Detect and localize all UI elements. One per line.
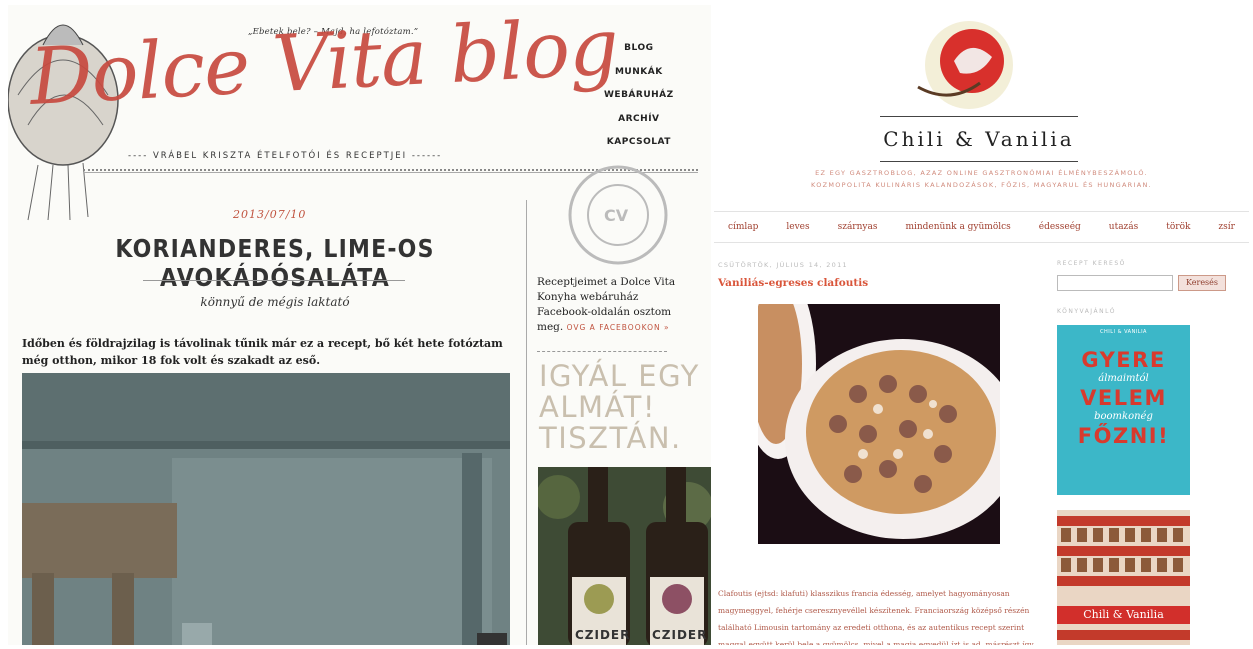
category-nav: címlap leves szárnyas mindenünk a gyümöl… — [714, 211, 1249, 243]
chili-vanilia-page: Chili & Vanilia EZ EGY GASZTROBLOG, AZAZ… — [714, 5, 1249, 645]
post-title[interactable]: Vaniliás-egreses clafoutis — [718, 277, 868, 289]
sidebar-ad-image[interactable] — [538, 467, 711, 645]
books-heading: KÖNYVAJÁNLÓ — [1057, 308, 1116, 315]
nav-item-leves[interactable]: leves — [786, 222, 809, 232]
post-photo — [758, 304, 1000, 544]
title-divider — [143, 280, 405, 281]
nav-item-munkak[interactable]: MUNKÁK — [604, 67, 674, 91]
sidebar-ad-headline[interactable]: IGYÁL EGY ALMÁT! TISZTÁN. — [539, 361, 700, 454]
bottle-label-right: CZIDER — [652, 628, 708, 642]
book-title-line-5: FŐZNI! — [1077, 424, 1170, 448]
column-divider — [526, 200, 527, 645]
site-description: EZ EGY GASZTROBLOG, AZAZ ONLINE GASZTRON… — [714, 167, 1249, 191]
nav-item-utazas[interactable]: utazás — [1109, 222, 1139, 232]
nav-item-blog[interactable]: BLOG — [604, 43, 674, 67]
logo-subtitle: ---- VRÁBEL KRISZTA ÉTELFOTÓI ÉS RECEPTJ… — [128, 151, 443, 161]
recipe-search-input[interactable] — [1057, 275, 1173, 291]
ad-line-2: ALMÁT! — [539, 390, 656, 424]
nav-item-torok[interactable]: török — [1166, 222, 1190, 232]
nav-item-kapcsolat[interactable]: KAPCSOLAT — [604, 137, 674, 161]
sidebar-facebook-text: Receptjeimet a Dolce Vita Konyha webáruh… — [537, 275, 677, 335]
post-intro: Időben és földrajzilag is távolinak tűni… — [22, 337, 503, 367]
post-title[interactable]: KORIANDERES, LIME-OS AVOKÁDÓSALÁTA — [30, 235, 520, 293]
nav-item-szarnyas[interactable]: szárnyas — [838, 222, 878, 232]
book-title-line-4: boomkonég — [1094, 411, 1153, 422]
main-nav: BLOG MUNKÁK WEBÁRUHÁZ ARCHÍV KAPCSOLAT — [604, 43, 674, 161]
pepper-flower-logo-icon[interactable] — [910, 17, 1028, 117]
post-subtitle: könnyű de mégis laktató — [200, 295, 350, 309]
book-publisher: CHILI & VANILIA — [1100, 329, 1147, 335]
ad-line-1: IGYÁL EGY — [539, 359, 700, 393]
post-date: 2013/07/10 — [233, 208, 307, 221]
book-title-line-2: álmaimtól — [1098, 373, 1149, 384]
nav-item-zsir[interactable]: zsír — [1218, 222, 1235, 232]
post-date: CSÜTÖRTÖK, JÚLIUS 14, 2011 — [718, 261, 848, 269]
book-cover[interactable]: CHILI & VANILIA GYERE álmaimtól VELEM bo… — [1057, 325, 1190, 495]
dolce-vita-page: „Ebetek bele? – Majd, ha lefotóztam.” Do… — [8, 5, 711, 645]
shelf-brand-badge: Chili & Vanilia — [1057, 606, 1190, 624]
nav-item-edesseg[interactable]: édesseég — [1039, 222, 1081, 232]
search-heading: RECEPT KERESŐ — [1057, 260, 1126, 267]
ad-line-3: TISZTÁN. — [539, 421, 682, 455]
site-description-text: EZ EGY GASZTROBLOG, AZAZ ONLINE GASZTRON… — [810, 169, 1152, 189]
nav-item-archiv[interactable]: ARCHÍV — [604, 114, 674, 138]
nav-item-gyumolcs[interactable]: mindenünk a gyümölcs — [905, 222, 1010, 232]
postmark-stamp-icon: CV — [568, 165, 668, 265]
book-title-line-3: VELEM — [1080, 386, 1167, 410]
brand-name[interactable]: Chili & Vanilia — [880, 116, 1078, 162]
svg-text:CV: CV — [604, 206, 629, 225]
nav-item-webaruhaz[interactable]: WEBÁRUHÁZ — [604, 90, 674, 114]
post-photo — [22, 373, 510, 645]
search-button[interactable]: Keresés — [1178, 275, 1226, 291]
post-body: Clafoutis (ejtsd: klafuti) klasszikus fr… — [718, 589, 1034, 645]
sidebar-divider — [537, 351, 667, 352]
spice-shelf-image[interactable]: Chili & Vanilia — [1057, 510, 1190, 645]
book-title-line-1: GYERE — [1081, 348, 1166, 372]
facebook-link[interactable]: OVG A FACEBOOKON » — [567, 323, 670, 332]
nav-item-cimlap[interactable]: címlap — [728, 222, 758, 232]
bottle-label-left: CZIDER — [575, 628, 631, 642]
